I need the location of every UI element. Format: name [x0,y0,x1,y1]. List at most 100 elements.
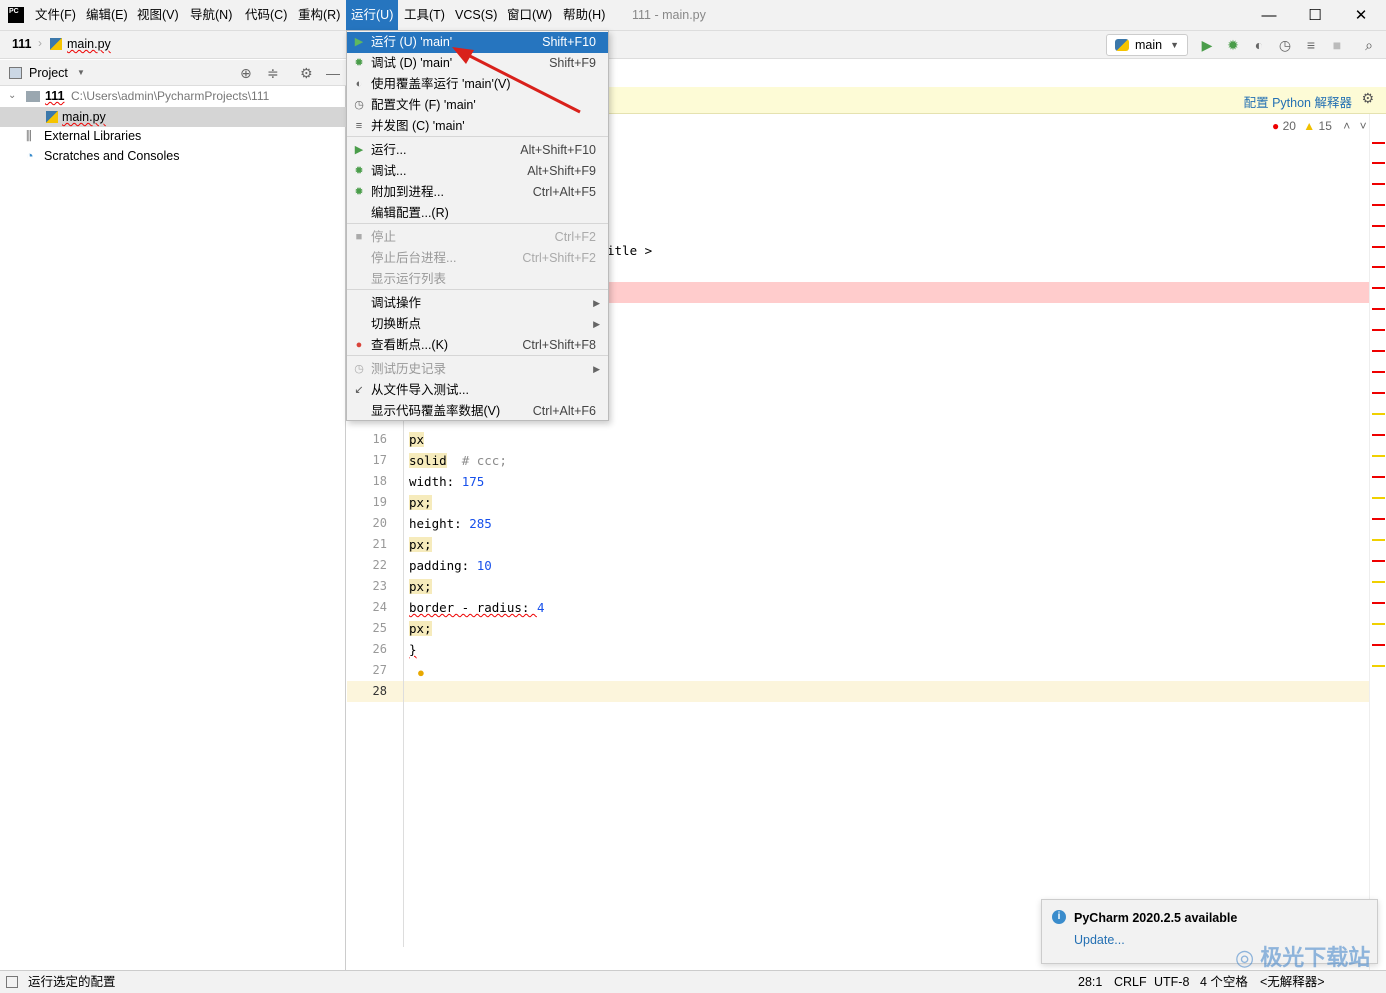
run-menu-item[interactable]: ■ 停止 Ctrl+F2 [347,227,608,248]
concurrency-icon[interactable]: ≡ [1302,36,1320,54]
locate-icon[interactable]: ⊕ [240,60,252,86]
run-menu-item[interactable]: 切换断点 ▶ [347,314,608,335]
breadcrumb-project[interactable]: 111 [12,37,31,51]
stripe-mark[interactable] [1372,371,1385,373]
tree-item-project[interactable]: ⌄ 111 C:\Users\admin\PycharmProjects\111 [0,86,346,106]
stripe-mark[interactable] [1372,581,1385,583]
run-menu-item[interactable]: 停止后台进程... Ctrl+Shift+F2 [347,248,608,269]
menu-8[interactable]: VCS(S) [450,0,502,31]
stripe-mark[interactable] [1372,602,1385,604]
update-link[interactable]: Update... [1074,933,1125,947]
stripe-mark[interactable] [1372,162,1385,164]
menu-10[interactable]: 帮助(H) [558,0,610,31]
menu-1[interactable]: 编辑(E) [81,0,133,31]
error-stripe[interactable] [1369,114,1386,970]
stripe-mark[interactable] [1372,644,1385,646]
file-encoding[interactable]: UTF-8 [1154,971,1189,993]
hide-icon[interactable]: — [326,60,340,86]
scratches-icon: ◔ [26,149,34,163]
project-view-selector[interactable]: Project [29,60,68,86]
run-config-selector[interactable]: main ▼ [1106,34,1188,56]
pycharm-logo: PC [8,7,24,23]
debug-icon: ✹ [354,165,364,177]
menu-4[interactable]: 代码(C) [240,0,292,31]
stop-icon[interactable]: ■ [1328,36,1346,54]
stripe-mark[interactable] [1372,665,1385,667]
stripe-mark[interactable] [1372,518,1385,520]
minimize-button[interactable]: — [1246,0,1292,31]
maximize-button[interactable]: ☐ [1292,0,1338,31]
panel-toggle-icon[interactable] [6,976,18,988]
stripe-mark[interactable] [1372,142,1385,144]
code-number: 285 [469,516,492,531]
stripe-mark[interactable] [1372,287,1385,289]
stripe-mark[interactable] [1372,266,1385,268]
search-icon[interactable]: ⌕ [1360,36,1378,54]
line-number: 18 [372,474,387,488]
stripe-mark[interactable] [1372,308,1385,310]
stripe-mark[interactable] [1372,413,1385,415]
profile-icon[interactable]: ◷ [1276,36,1294,54]
code-line: px; [409,576,432,597]
chevron-down-icon[interactable]: ▼ [77,60,85,86]
stripe-mark[interactable] [1372,434,1385,436]
menu-7[interactable]: 工具(T) [399,0,450,31]
run-menu-item[interactable]: ✹ 调试... Alt+Shift+F9 [347,161,608,182]
stripe-mark[interactable] [1372,225,1385,227]
stripe-mark[interactable] [1372,204,1385,206]
line-number: 28 [372,684,387,698]
inspection-widget[interactable]: ● 20 ▲ 15 ˄ ˅ [1272,119,1367,133]
run-icon[interactable]: ▶ [1198,36,1216,54]
stripe-mark[interactable] [1372,623,1385,625]
stripe-mark[interactable] [1372,539,1385,541]
line-number: 16 [372,432,387,446]
stripe-mark[interactable] [1372,560,1385,562]
debug-icon[interactable]: ✹ [1224,36,1242,54]
stripe-mark[interactable] [1372,183,1385,185]
menu-5[interactable]: 重构(R) [293,0,345,31]
chevron-down-icon[interactable]: ⌄ [8,86,16,106]
stripe-mark[interactable] [1372,246,1385,248]
run-menu-item[interactable]: ✹ 附加到进程... Ctrl+Alt+F5 [347,182,608,203]
tree-item-scratches[interactable]: ◔ Scratches and Consoles [0,146,346,166]
interpreter-selector[interactable]: <无解释器> [1260,971,1325,993]
stripe-mark[interactable] [1372,497,1385,499]
run-menu-item[interactable]: ◷ 测试历史记录 ▶ [347,359,608,380]
caret-position[interactable]: 28:1 [1078,971,1102,993]
menu-6[interactable]: 运行(U) [346,0,399,31]
next-highlight-icon[interactable]: ˅ [1360,119,1367,133]
collapse-all-icon[interactable]: ≑ [267,60,279,86]
line-separator[interactable]: CRLF [1114,971,1147,993]
watermark-logo: ◎ 极光下载站 [1235,945,1371,970]
coverage-icon[interactable]: ◐ [1250,36,1268,54]
menu-9[interactable]: 窗口(W) [502,0,557,31]
previous-highlight-icon[interactable]: ˄ [1343,119,1350,133]
breadcrumb-file[interactable]: main.py [67,37,111,51]
menu-0[interactable]: 文件(F) [30,0,81,31]
stripe-mark[interactable] [1372,350,1385,352]
indent-setting[interactable]: 4 个空格 [1200,971,1248,993]
stripe-mark[interactable] [1372,392,1385,394]
close-button[interactable]: ✕ [1338,0,1384,31]
stripe-mark[interactable] [1372,329,1385,331]
run-menu-item[interactable]: 显示运行列表 [347,269,608,290]
run-menu-item[interactable]: ▶ 运行... Alt+Shift+F10 [347,140,608,161]
run-menu-item[interactable]: ● 查看断点...(K) Ctrl+Shift+F8 [347,335,608,356]
run-menu-item[interactable]: 调试操作 ▶ [347,293,608,314]
menu-item-shortcut: Ctrl+Shift+F2 [522,251,596,265]
status-bar: 运行选定的配置 28:1 CRLF UTF-8 4 个空格 <无解释器> [0,970,1386,993]
lightbulb-icon[interactable]: ● [417,665,425,680]
tree-item-main-py[interactable]: main.py [0,107,346,127]
gear-icon[interactable]: ⚙ [300,60,313,86]
menu-3[interactable]: 导航(N) [185,0,237,31]
run-menu-item[interactable]: 编辑配置...(R) [347,203,608,224]
gear-icon[interactable]: ⚙ [1361,90,1374,107]
run-menu-item[interactable]: ↙ 从文件导入测试... [347,380,608,401]
run-menu-item[interactable]: 显示代码覆盖率数据(V) Ctrl+Alt+F6 [347,401,608,422]
menu-2[interactable]: 视图(V) [132,0,184,31]
tree-item-external-libraries[interactable]: ⫼ External Libraries [0,126,346,146]
stripe-mark[interactable] [1372,455,1385,457]
configure-interpreter-link[interactable]: 配置 Python 解释器 [1244,92,1352,111]
profile-icon: ◷ [354,99,364,111]
stripe-mark[interactable] [1372,476,1385,478]
